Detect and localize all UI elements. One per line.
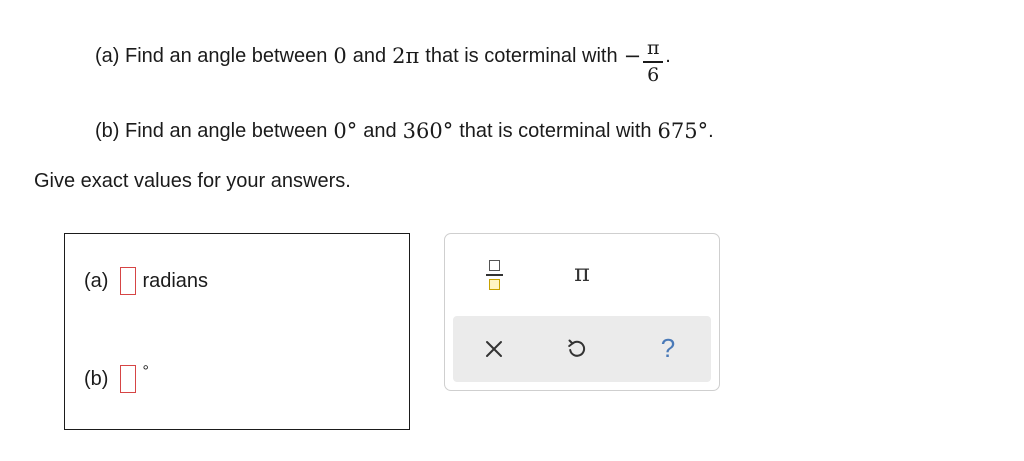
- question-a-sign: −: [623, 44, 642, 68]
- question-a-period: .: [665, 44, 671, 67]
- question-b-upper-bound: 360°: [402, 119, 454, 143]
- instructions: Give exact values for your answers.: [34, 170, 351, 192]
- answer-a-label: (a): [84, 269, 109, 292]
- pi-button[interactable]: π: [565, 256, 599, 290]
- question-b: (b) Find an angle between 0° and 360° th…: [95, 116, 714, 146]
- fraction-denominator: 6: [647, 63, 660, 86]
- question-b-and: and: [363, 119, 397, 142]
- answer-b-label: (b): [84, 367, 109, 390]
- help-icon: ?: [660, 332, 676, 363]
- question-b-target: 675°: [657, 119, 709, 143]
- question-b-lower-bound: 0°: [333, 119, 358, 143]
- answer-row-a: (a) radians: [84, 267, 208, 295]
- fraction-numerator: π: [646, 37, 660, 60]
- undo-icon: [568, 339, 586, 357]
- answer-box: (a) radians (b) °: [64, 233, 410, 430]
- clear-button[interactable]: [479, 332, 509, 366]
- answer-a-input[interactable]: [120, 267, 137, 295]
- question-b-middle-text: that is coterminal with: [459, 119, 652, 142]
- question-a-and: and: [352, 44, 387, 67]
- question-b-prefix: (b) Find an angle between: [95, 119, 328, 142]
- undo-button[interactable]: [562, 332, 592, 366]
- action-bar: ?: [453, 316, 711, 382]
- x-icon: [486, 341, 502, 357]
- answer-row-b: (b) °: [84, 363, 149, 393]
- answer-b-input[interactable]: [120, 365, 137, 393]
- pi-icon: π: [574, 259, 590, 287]
- question-a-upper-bound: 2π: [392, 44, 420, 68]
- question-a-prefix: (a) Find an angle between: [95, 44, 328, 67]
- question-a: (a) Find an angle between 0 and 2π that …: [95, 38, 671, 85]
- fraction-icon: [485, 260, 503, 290]
- answer-b-unit: °: [142, 363, 149, 380]
- help-button[interactable]: ?: [653, 330, 683, 366]
- math-palette: π ?: [444, 233, 720, 391]
- question-a-middle-text: that is coterminal with: [425, 44, 618, 67]
- question-a-lower-bound: 0: [333, 44, 347, 68]
- fraction-button[interactable]: [481, 253, 507, 297]
- question-a-fraction: π 6: [643, 37, 664, 86]
- question-b-period: .: [708, 119, 714, 142]
- answer-a-unit: radians: [142, 269, 209, 292]
